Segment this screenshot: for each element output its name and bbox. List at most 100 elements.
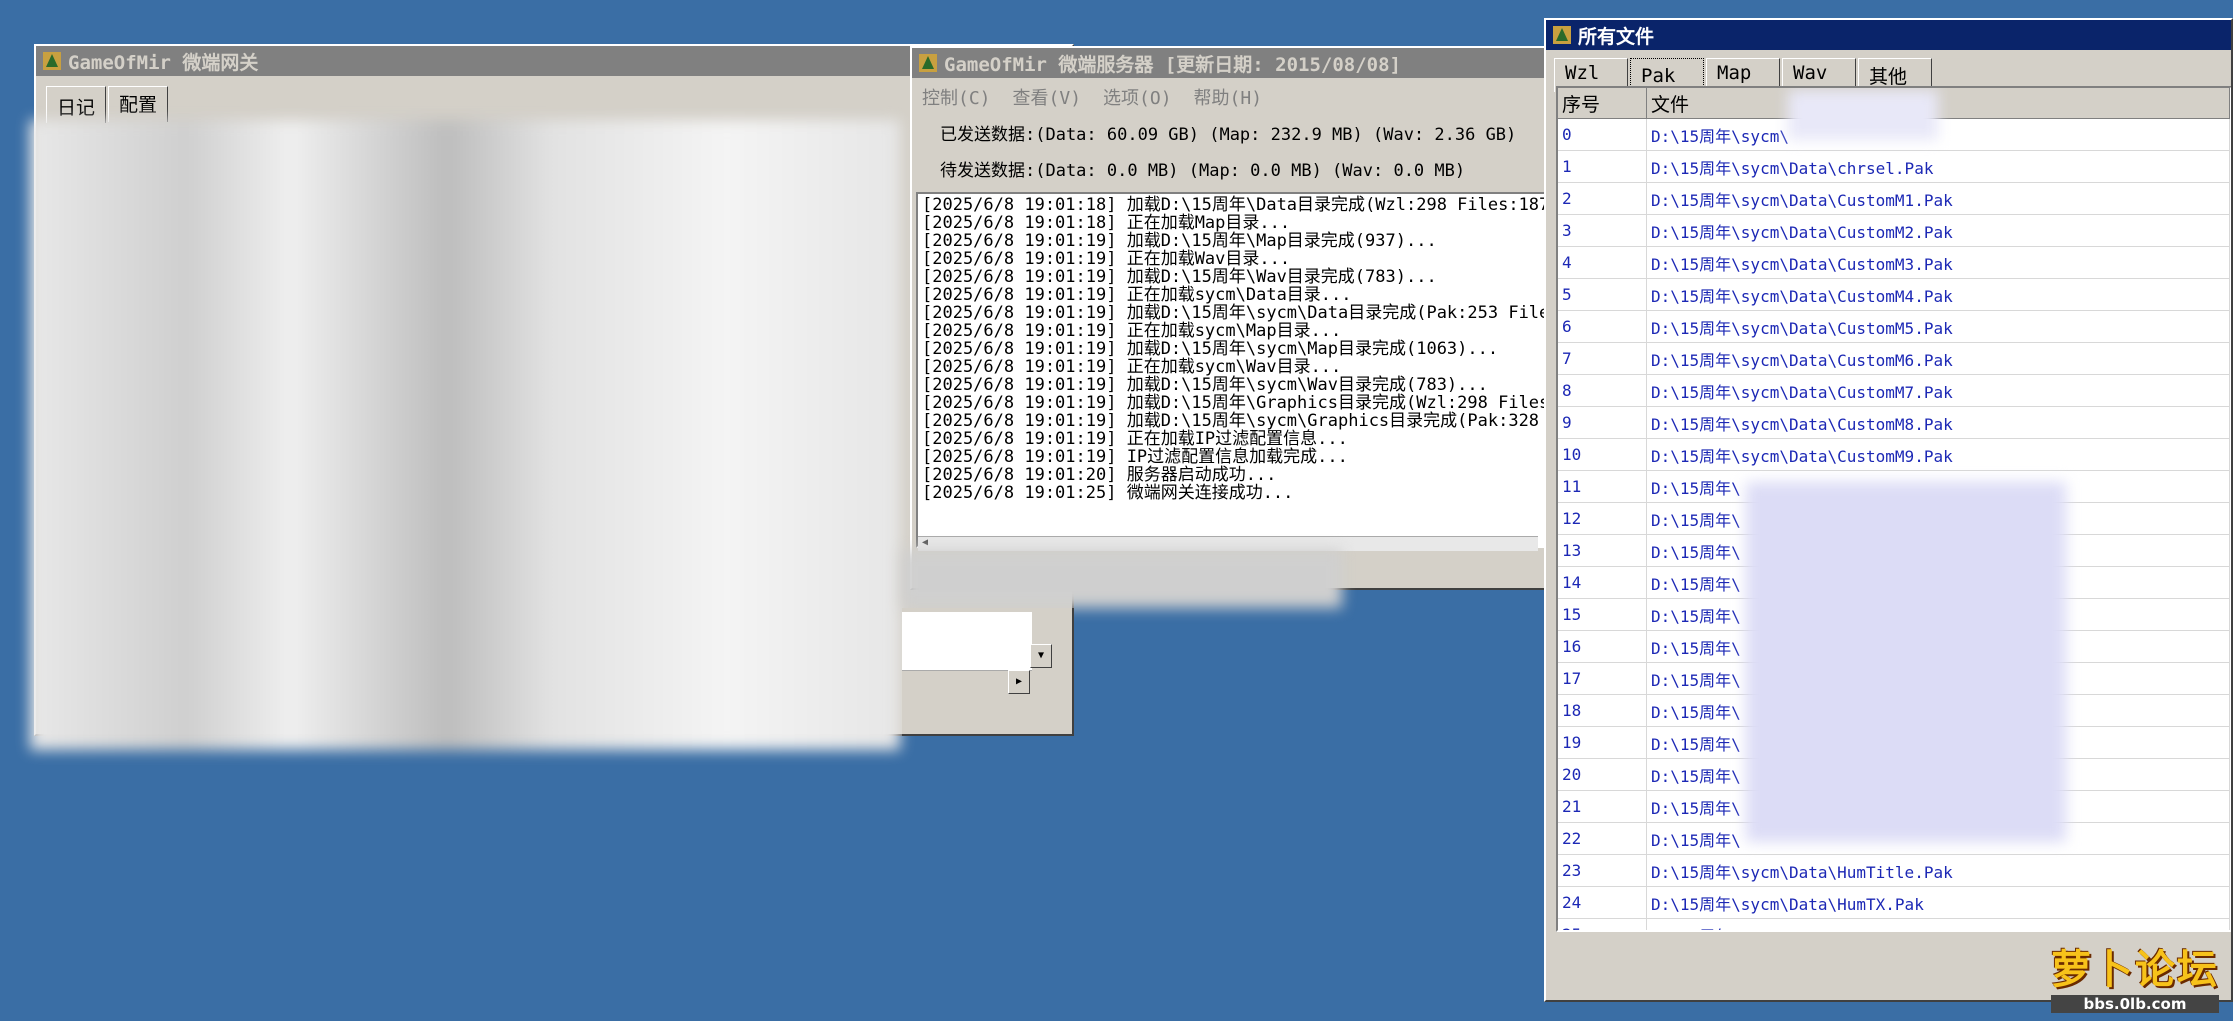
log-line: [2025/6/8 19:01:18] 正在加载Map目录... (922, 213, 1291, 233)
row-index: 16 (1558, 630, 1647, 663)
menu-view[interactable]: 查看(V) (1013, 84, 1082, 110)
table-row[interactable]: 23 D:\15周年\sycm\Data\HumTitle.Pak (1558, 854, 2230, 887)
forum-logo: 萝卜论坛 bbs.0lb.com (2051, 937, 2219, 1013)
scroll-down-icon[interactable]: ▼ (1030, 644, 1052, 668)
column-header-index[interactable]: 序号 (1558, 88, 1647, 119)
row-file-path: D:\15周年\sycm\Data\CustomM7.Pak (1646, 374, 2230, 407)
row-index: 25 (1558, 918, 1647, 930)
blurred-bar (902, 550, 1342, 608)
table-row[interactable]: 1 D:\15周年\sycm\Data\chrsel.Pak (1558, 150, 2230, 183)
row-file-path: D:\15周年\sycm\Data\HumTitle.Pak (1646, 854, 2230, 887)
table-row[interactable]: 9 D:\15周年\sycm\Data\CustomM8.Pak (1558, 406, 2230, 439)
row-index: 3 (1558, 214, 1647, 247)
app-icon (43, 52, 61, 70)
log-line: [2025/6/8 19:01:19] 加载D:\15周年\sycm\Map目录… (922, 339, 1499, 359)
forum-logo-brand: 萝卜论坛 (2051, 947, 2219, 993)
sent-stats: 已发送数据:(Data: 60.09 GB) (Map: 232.9 MB) (… (940, 125, 1517, 145)
log-line: [2025/6/8 19:01:19] 正在加载Wav目录... (922, 249, 1291, 269)
log-line: [2025/6/8 19:01:19] 正在加载IP过滤配置信息... (922, 429, 1348, 449)
table-row[interactable]: 8 D:\15周年\sycm\Data\CustomM7.Pak (1558, 374, 2230, 407)
log-line: [2025/6/8 19:01:19] 加载D:\15周年\Map目录完成(93… (922, 231, 1437, 251)
row-index: 14 (1558, 566, 1647, 599)
server-window: GameOfMir 微端服务器 [更新日期: 2015/08/08] 控制(C)… (910, 46, 1550, 590)
row-index: 22 (1558, 822, 1647, 855)
gateway-title: GameOfMir 微端网关 (68, 51, 259, 74)
log-line: [2025/6/8 19:01:19] 正在加载sycm\Data目录... (922, 285, 1352, 305)
row-file-path: D:\15周年\sycm\Data\CustomM6.Pak (1646, 342, 2230, 375)
row-index: 18 (1558, 694, 1647, 727)
server-titlebar[interactable]: GameOfMir 微端服务器 [更新日期: 2015/08/08] (912, 48, 1548, 78)
row-index: 10 (1558, 438, 1647, 471)
table-row[interactable]: 4 D:\15周年\sycm\Data\CustomM3.Pak (1558, 246, 2230, 279)
tab-log[interactable]: 日记 (46, 86, 107, 123)
table-row[interactable]: 24 D:\15周年\sycm\Data\HumTX.Pak (1558, 886, 2230, 919)
table-row[interactable]: 7 D:\15周年\sycm\Data\CustomM6.Pak (1558, 342, 2230, 375)
file-list: 序号 文件 0 D:\15周年\sycm\ 1 D:\15周年\sycm\Data\c… (1556, 86, 2231, 932)
row-index: 13 (1558, 534, 1647, 567)
row-file-path: D:\15周年\sycm\Data\CustomM4.Pak (1646, 278, 2230, 311)
app-icon (919, 54, 937, 72)
menu-control[interactable]: 控制(C) (922, 84, 991, 110)
blurred-gateway-content (30, 120, 900, 750)
log-line: [2025/6/8 19:01:19] 正在加载sycm\Wav目录... (922, 357, 1342, 377)
row-index: 24 (1558, 886, 1647, 919)
row-index: 19 (1558, 726, 1647, 759)
row-index: 23 (1558, 854, 1647, 887)
log-line: [2025/6/8 19:01:18] 加载D:\15周年\Data目录完成(W… (922, 195, 1546, 215)
files-titlebar[interactable]: 所有文件 (1546, 20, 2231, 50)
table-row[interactable]: 25D:\15周年\sycm\Data\Icon.Pak (1558, 918, 2230, 930)
server-log: [2025/6/8 19:01:18] 加载D:\15周年\Data目录完成(W… (916, 192, 1546, 548)
row-index: 15 (1558, 598, 1647, 631)
row-file-path: D:\15周年\sycm\ (1646, 118, 2230, 151)
gateway-scroll-fragment: ▼ ▶ (902, 608, 1074, 736)
column-header-file[interactable]: 文件 (1646, 88, 2230, 119)
log-line: [2025/6/8 19:01:19] 加载D:\15周年\sycm\Graph… (922, 411, 1546, 431)
row-file-path: D:\15周年\sycm\Data\HumTX.Pak (1646, 886, 2230, 919)
table-row[interactable]: 3 D:\15周年\sycm\Data\CustomM2.Pak (1558, 214, 2230, 247)
row-index: 1 (1558, 150, 1647, 183)
log-line: [2025/6/8 19:01:20] 服务器启动成功... (922, 465, 1277, 485)
app-icon (1553, 26, 1571, 44)
row-file-path: D:\15周年\sycm\Data\CustomM1.Pak (1646, 182, 2230, 215)
row-index: 11 (1558, 470, 1647, 503)
blurred-filenames-middle (1746, 482, 2066, 842)
row-file-path: D:\15周年\sycm\Data\CustomM2.Pak (1646, 214, 2230, 247)
row-index: 4 (1558, 246, 1647, 279)
tab-config[interactable]: 配置 (108, 86, 169, 122)
table-row[interactable]: 6 D:\15周年\sycm\Data\CustomM5.Pak (1558, 310, 2230, 343)
scroll-left-icon[interactable]: ◀ (922, 537, 928, 548)
log-line: [2025/6/8 19:01:19] IP过滤配置信息加载完成... (922, 447, 1348, 467)
log-line: [2025/6/8 19:01:25] 微端网关连接成功... (922, 483, 1294, 503)
files-title: 所有文件 (1578, 25, 1655, 48)
log-line: [2025/6/8 19:01:19] 加载D:\15周年\Wav目录完成(78… (922, 267, 1437, 287)
row-index: 17 (1558, 662, 1647, 695)
log-line: [2025/6/8 19:01:19] 加载D:\15周年\Graphics目录… (922, 393, 1546, 413)
log-line: [2025/6/8 19:01:19] 正在加载sycm\Map目录... (922, 321, 1342, 341)
row-file-path: D:\15周年\sycm\Data\chrsel.Pak (1646, 150, 2230, 183)
row-index: 7 (1558, 342, 1647, 375)
row-index: 20 (1558, 758, 1647, 791)
row-index: 5 (1558, 278, 1647, 311)
row-index: 2 (1558, 182, 1647, 215)
pending-stats: 待发送数据:(Data: 0.0 MB) (Map: 0.0 MB) (Wav:… (940, 161, 1466, 181)
log-line: [2025/6/8 19:01:19] 加载D:\15周年\sycm\Wav目录… (922, 375, 1488, 395)
table-row[interactable]: 2 D:\15周年\sycm\Data\CustomM1.Pak (1558, 182, 2230, 215)
row-file-path: D:\15周年\sycm\Data\Icon.Pak (1646, 918, 2230, 930)
row-index: 0 (1558, 118, 1647, 151)
server-title: GameOfMir 微端服务器 [更新日期: 2015/08/08] (944, 53, 1401, 76)
row-file-path: D:\15周年\sycm\Data\CustomM3.Pak (1646, 246, 2230, 279)
row-index: 21 (1558, 790, 1647, 823)
scroll-right-icon[interactable]: ▶ (1008, 670, 1030, 694)
row-file-path: D:\15周年\sycm\Data\CustomM8.Pak (1646, 406, 2230, 439)
row-index: 9 (1558, 406, 1647, 439)
files-window: 所有文件 Wzl Pak Map Wav 其他 序号 文件 0 D:\15周年\s… (1544, 18, 2233, 1002)
table-row[interactable]: 5 D:\15周年\sycm\Data\CustomM4.Pak (1558, 278, 2230, 311)
row-file-path: D:\15周年\sycm\Data\CustomM9.Pak (1646, 438, 2230, 471)
row-index: 12 (1558, 502, 1647, 535)
menu-help[interactable]: 帮助(H) (1194, 84, 1263, 110)
row-index: 6 (1558, 310, 1647, 343)
log-horizontal-scrollbar[interactable]: ◀ (918, 536, 1538, 551)
menu-options[interactable]: 选项(O) (1103, 84, 1172, 110)
table-row[interactable]: 10 D:\15周年\sycm\Data\CustomM9.Pak (1558, 438, 2230, 471)
log-line: [2025/6/8 19:01:19] 加载D:\15周年\sycm\Data目… (922, 303, 1546, 323)
